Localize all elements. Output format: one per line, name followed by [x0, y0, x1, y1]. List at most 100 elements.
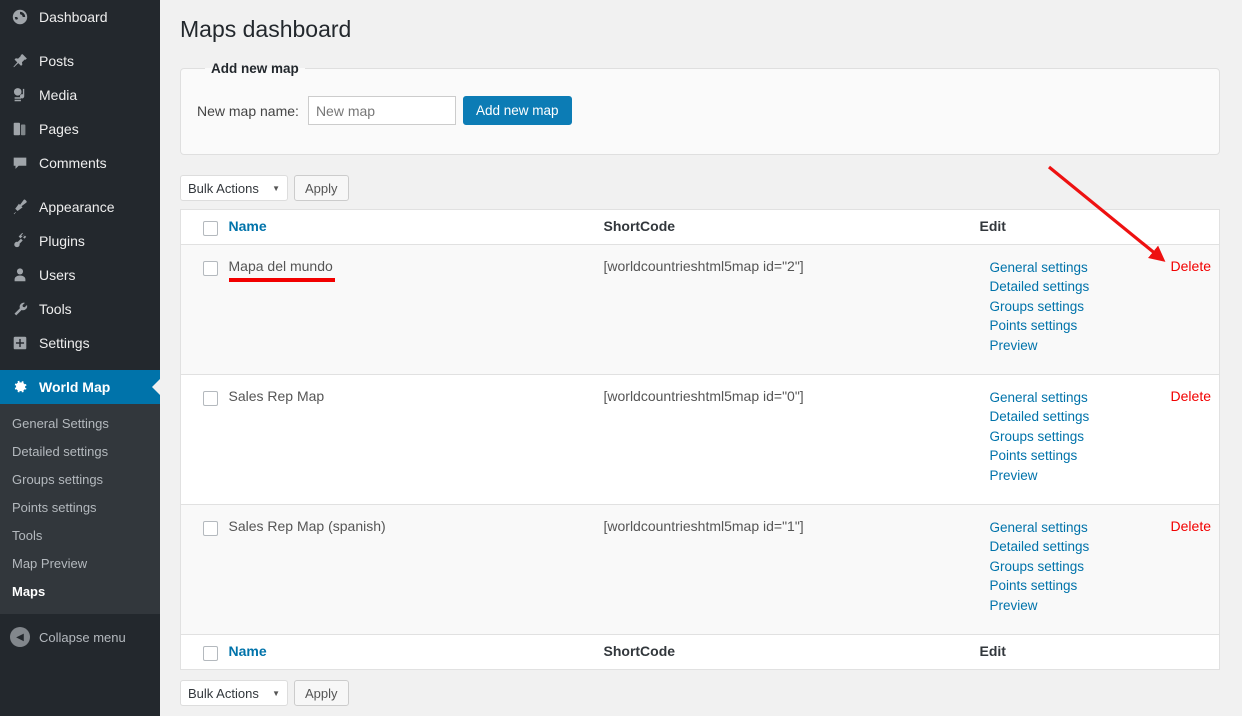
- sidebar-item-users[interactable]: Users: [0, 258, 160, 292]
- edit-links-column: General settings Detailed settings Group…: [990, 258, 1090, 355]
- edit-links-wrap: General settings Detailed settings Group…: [990, 518, 1220, 615]
- map-shortcode: [worldcountrieshtml5map id="0"]: [603, 388, 804, 404]
- row-name-cell: Mapa del mundo: [228, 244, 604, 375]
- sidebar-item-label: Appearance: [39, 199, 115, 215]
- delete-link[interactable]: Delete: [1171, 258, 1211, 355]
- link-points-settings[interactable]: Points settings: [990, 576, 1090, 595]
- link-points-settings[interactable]: Points settings: [990, 316, 1090, 335]
- delete-link[interactable]: Delete: [1171, 518, 1211, 615]
- map-name: Sales Rep Map: [228, 388, 325, 404]
- link-groups-settings[interactable]: Groups settings: [990, 297, 1090, 316]
- media-icon: [10, 85, 30, 105]
- submenu-item-general-settings[interactable]: General Settings: [0, 410, 160, 438]
- chevron-down-icon: ▼: [272, 688, 280, 698]
- row-checkbox[interactable]: [203, 521, 218, 536]
- select-all-header: [180, 209, 229, 245]
- maps-table: Name ShortCode Edit Mapa del mundo [worl…: [180, 209, 1220, 670]
- table-row: Mapa del mundo [worldcountrieshtml5map i…: [180, 244, 1220, 375]
- sidebar-item-tools[interactable]: Tools: [0, 292, 160, 326]
- table-row: Sales Rep Map (spanish) [worldcountriesh…: [180, 504, 1220, 635]
- comments-icon: [10, 153, 30, 173]
- link-preview[interactable]: Preview: [990, 336, 1090, 355]
- new-map-name-label: New map name:: [197, 102, 299, 119]
- table-header-row: Name ShortCode Edit: [180, 209, 1220, 245]
- select-all-checkbox-footer[interactable]: [203, 646, 218, 661]
- link-general-settings[interactable]: General settings: [990, 388, 1090, 407]
- sidebar-item-pages[interactable]: Pages: [0, 112, 160, 146]
- sliders-icon: [10, 333, 30, 353]
- link-detailed-settings[interactable]: Detailed settings: [990, 407, 1090, 426]
- row-select-cell: [180, 244, 229, 375]
- sidebar-item-label: Settings: [39, 335, 90, 351]
- bulk-actions-bar-top: Bulk Actions ▼ Apply: [180, 175, 1220, 201]
- row-shortcode-cell: [worldcountrieshtml5map id="2"]: [603, 244, 980, 375]
- sidebar-item-plugins[interactable]: Plugins: [0, 224, 160, 258]
- sidebar-item-label: Media: [39, 87, 78, 103]
- sidebar-item-posts[interactable]: Posts: [0, 44, 160, 78]
- pages-icon: [10, 119, 30, 139]
- row-edit-cell: General settings Detailed settings Group…: [979, 504, 1220, 635]
- link-general-settings[interactable]: General settings: [990, 518, 1090, 537]
- sidebar-item-label: Posts: [39, 53, 75, 69]
- add-new-map-panel: Add new map New map name: Add new map: [180, 61, 1220, 155]
- submenu-item-maps[interactable]: Maps: [0, 578, 160, 606]
- sidebar-item-settings[interactable]: Settings: [0, 326, 160, 360]
- map-shortcode: [worldcountrieshtml5map id="1"]: [603, 518, 804, 534]
- link-points-settings[interactable]: Points settings: [990, 446, 1090, 465]
- footer-shortcode: ShortCode: [603, 634, 980, 670]
- footer-name-label[interactable]: Name: [229, 643, 267, 659]
- bulk-actions-select-top[interactable]: Bulk Actions ▼: [180, 175, 288, 201]
- sidebar-item-appearance[interactable]: Appearance: [0, 190, 160, 224]
- link-groups-settings[interactable]: Groups settings: [990, 557, 1090, 576]
- sidebar-item-comments[interactable]: Comments: [0, 146, 160, 180]
- header-name-label[interactable]: Name: [229, 218, 267, 234]
- apply-button-top[interactable]: Apply: [294, 175, 349, 201]
- sidebar-item-label: Users: [39, 267, 76, 283]
- brush-icon: [10, 197, 30, 217]
- table-row: Sales Rep Map [worldcountrieshtml5map id…: [180, 374, 1220, 505]
- row-edit-cell: General settings Detailed settings Group…: [979, 374, 1220, 505]
- submenu-item-groups-settings[interactable]: Groups settings: [0, 466, 160, 494]
- maps-table-head: Name ShortCode Edit: [180, 209, 1220, 245]
- header-shortcode: ShortCode: [603, 209, 980, 245]
- wordpress-admin-screen: Dashboard Posts Media Pages Comments App…: [0, 0, 1242, 716]
- collapse-menu-button[interactable]: ◀ Collapse menu: [0, 620, 160, 654]
- chevron-left-icon: ◀: [10, 627, 30, 647]
- edit-links-wrap: General settings Detailed settings Group…: [990, 258, 1220, 355]
- link-preview[interactable]: Preview: [990, 466, 1090, 485]
- header-edit-label: Edit: [979, 218, 1006, 234]
- link-preview[interactable]: Preview: [990, 596, 1090, 615]
- link-groups-settings[interactable]: Groups settings: [990, 427, 1090, 446]
- link-detailed-settings[interactable]: Detailed settings: [990, 537, 1090, 556]
- new-map-name-input[interactable]: [307, 96, 456, 125]
- submenu-item-points-settings[interactable]: Points settings: [0, 494, 160, 522]
- link-detailed-settings[interactable]: Detailed settings: [990, 277, 1090, 296]
- world-map-submenu: General Settings Detailed settings Group…: [0, 404, 160, 614]
- bulk-actions-select-bottom[interactable]: Bulk Actions ▼: [180, 680, 288, 706]
- select-all-checkbox[interactable]: [203, 221, 218, 236]
- bulk-actions-select-value: Bulk Actions: [188, 180, 259, 196]
- submenu-item-map-preview[interactable]: Map Preview: [0, 550, 160, 578]
- footer-name: Name: [228, 634, 604, 670]
- apply-button-bottom[interactable]: Apply: [294, 680, 349, 706]
- map-name: Mapa del mundo: [228, 258, 336, 282]
- row-name-cell: Sales Rep Map (spanish): [228, 504, 604, 635]
- sidebar-item-dashboard[interactable]: Dashboard: [0, 0, 160, 34]
- row-checkbox[interactable]: [203, 261, 218, 276]
- sidebar-item-label: Dashboard: [39, 9, 108, 25]
- submenu-item-tools[interactable]: Tools: [0, 522, 160, 550]
- add-new-map-button[interactable]: Add new map: [462, 96, 572, 125]
- maps-table-foot: Name ShortCode Edit: [180, 634, 1220, 670]
- wrench-icon: [10, 299, 30, 319]
- submenu-item-detailed-settings[interactable]: Detailed settings: [0, 438, 160, 466]
- sidebar-item-media[interactable]: Media: [0, 78, 160, 112]
- sidebar-item-world-map[interactable]: World Map: [0, 370, 160, 404]
- maps-table-body: Mapa del mundo [worldcountrieshtml5map i…: [180, 244, 1220, 635]
- table-footer-row: Name ShortCode Edit: [180, 634, 1220, 670]
- row-shortcode-cell: [worldcountrieshtml5map id="1"]: [603, 504, 980, 635]
- row-edit-cell: General settings Detailed settings Group…: [979, 244, 1220, 375]
- delete-link[interactable]: Delete: [1171, 388, 1211, 485]
- link-general-settings[interactable]: General settings: [990, 258, 1090, 277]
- edit-links-wrap: General settings Detailed settings Group…: [990, 388, 1220, 485]
- row-checkbox[interactable]: [203, 391, 218, 406]
